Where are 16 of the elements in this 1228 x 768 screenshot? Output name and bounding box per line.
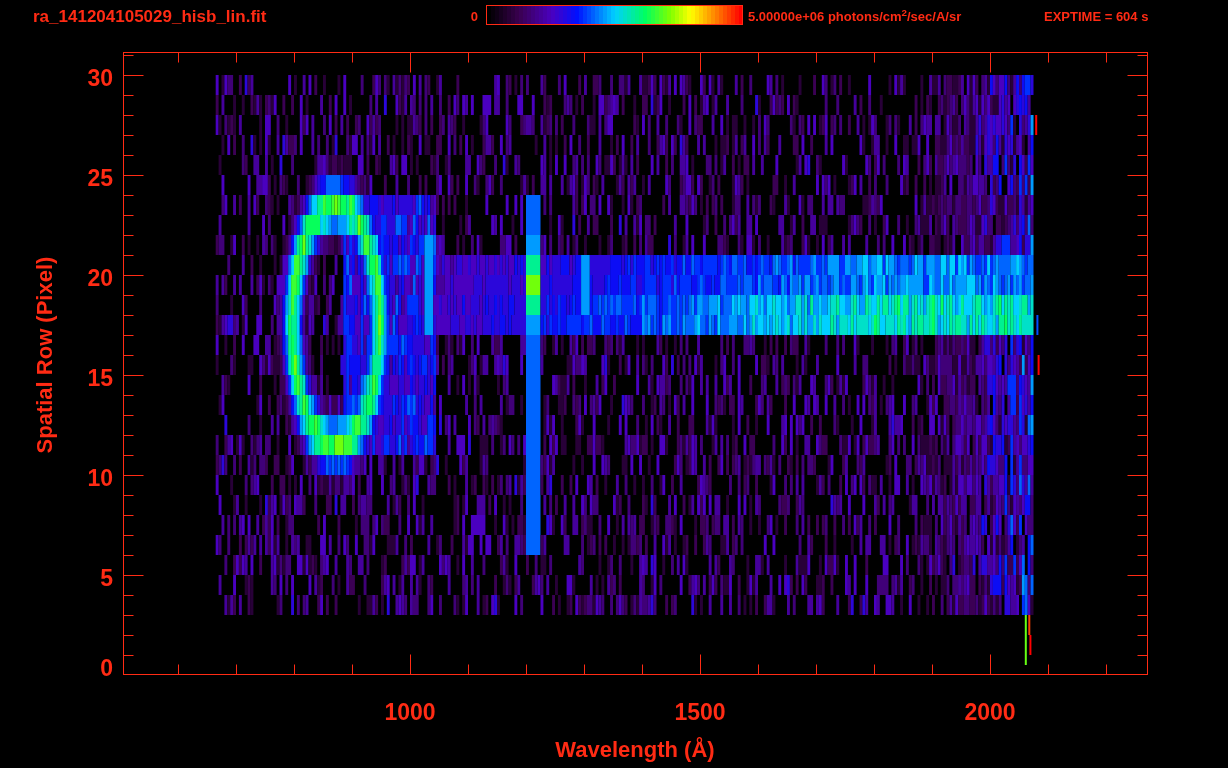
y-tick-label: 10 bbox=[87, 465, 113, 491]
x-tick-label: 1500 bbox=[673, 699, 727, 725]
y-tick-label: 25 bbox=[87, 165, 113, 191]
y-tick-label: 0 bbox=[100, 655, 113, 681]
file-title: ra_141204105029_hisb_lin.fit bbox=[33, 7, 267, 27]
y-tick-label: 30 bbox=[87, 65, 113, 91]
x-axis-title: Wavelength (Å) bbox=[554, 737, 716, 763]
y-tick-label: 20 bbox=[87, 265, 113, 291]
colorbar-min-label: 0 bbox=[470, 9, 478, 25]
colorbar-max-label: 5.00000e+06 photons/cm$^{2}$/sec/A/sr bbox=[748, 9, 962, 25]
x-tick-label: 2000 bbox=[963, 699, 1017, 725]
x-tick-label: 1000 bbox=[383, 699, 437, 725]
exposure-time: EXPTIME = 604 s bbox=[1044, 9, 1149, 25]
y-tick-label: 15 bbox=[87, 365, 113, 391]
y-axis-title: Spatial Row (Pixel) bbox=[32, 255, 58, 456]
y-tick-label: 5 bbox=[100, 565, 113, 591]
